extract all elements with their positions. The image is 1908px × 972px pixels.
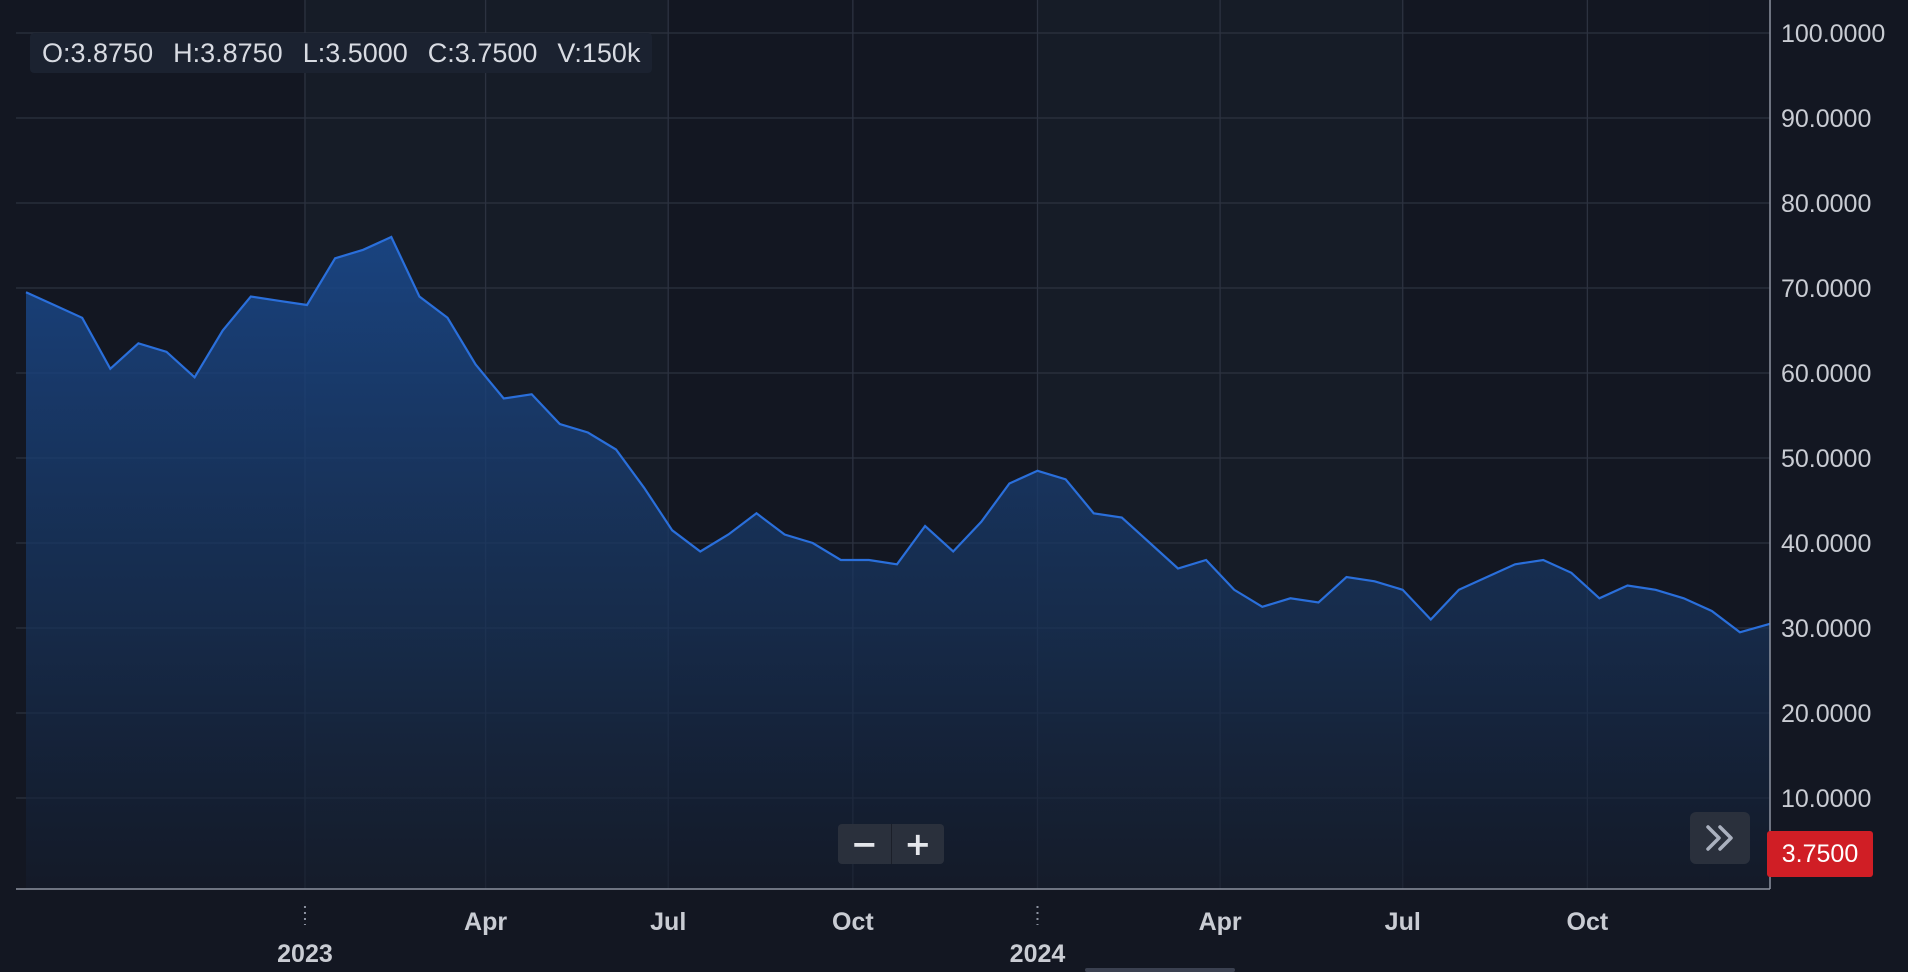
x-tick-label: Jul <box>650 908 686 936</box>
open-value: O:3.8750 <box>42 37 154 68</box>
y-tick-label: 80.0000 <box>1781 190 1871 218</box>
y-tick-label: 50.0000 <box>1781 445 1871 473</box>
y-tick-label: 40.0000 <box>1781 530 1871 558</box>
y-tick-label: 90.0000 <box>1781 105 1871 133</box>
x-tick-label: Oct <box>832 908 874 936</box>
x-tick-label: 2023 <box>277 940 333 968</box>
zoom-in-button[interactable]: + <box>892 824 945 864</box>
double-chevron-right-icon <box>1706 825 1733 851</box>
low-value: L:3.5000 <box>302 37 408 68</box>
x-tick-label: Apr <box>1199 908 1242 936</box>
y-tick-label: 100.0000 <box>1781 20 1885 48</box>
high-value: H:3.8750 <box>173 37 283 68</box>
last-price-badge: 3.7500 <box>1767 831 1873 877</box>
time-scrollbar[interactable] <box>1085 968 1235 972</box>
ohlc-legend: O:3.8750 H:3.8750 L:3.5000 C:3.7500 V:15… <box>30 33 653 73</box>
x-tick-label: Apr <box>464 908 507 936</box>
zoom-out-button[interactable]: − <box>838 824 892 864</box>
price-chart[interactable]: 10.0000 20.0000 30.0000 40.0000 50.0000 60.00… <box>0 0 1908 972</box>
x-tick-label: Jul <box>1385 908 1421 936</box>
y-tick-label: 70.0000 <box>1781 275 1871 303</box>
x-tick-label: Oct <box>1567 908 1609 936</box>
zoom-controls: − + <box>838 824 944 864</box>
x-tick-label: 2024 <box>1010 940 1066 968</box>
y-tick-label: 10.0000 <box>1781 785 1871 813</box>
close-value: C:3.7500 <box>427 37 538 68</box>
y-tick-label: 30.0000 <box>1781 615 1871 643</box>
scroll-to-latest-button[interactable] <box>1690 812 1750 864</box>
y-tick-label: 60.0000 <box>1781 360 1871 388</box>
volume-value: V:150k <box>557 37 641 68</box>
y-tick-label: 20.0000 <box>1781 700 1871 728</box>
